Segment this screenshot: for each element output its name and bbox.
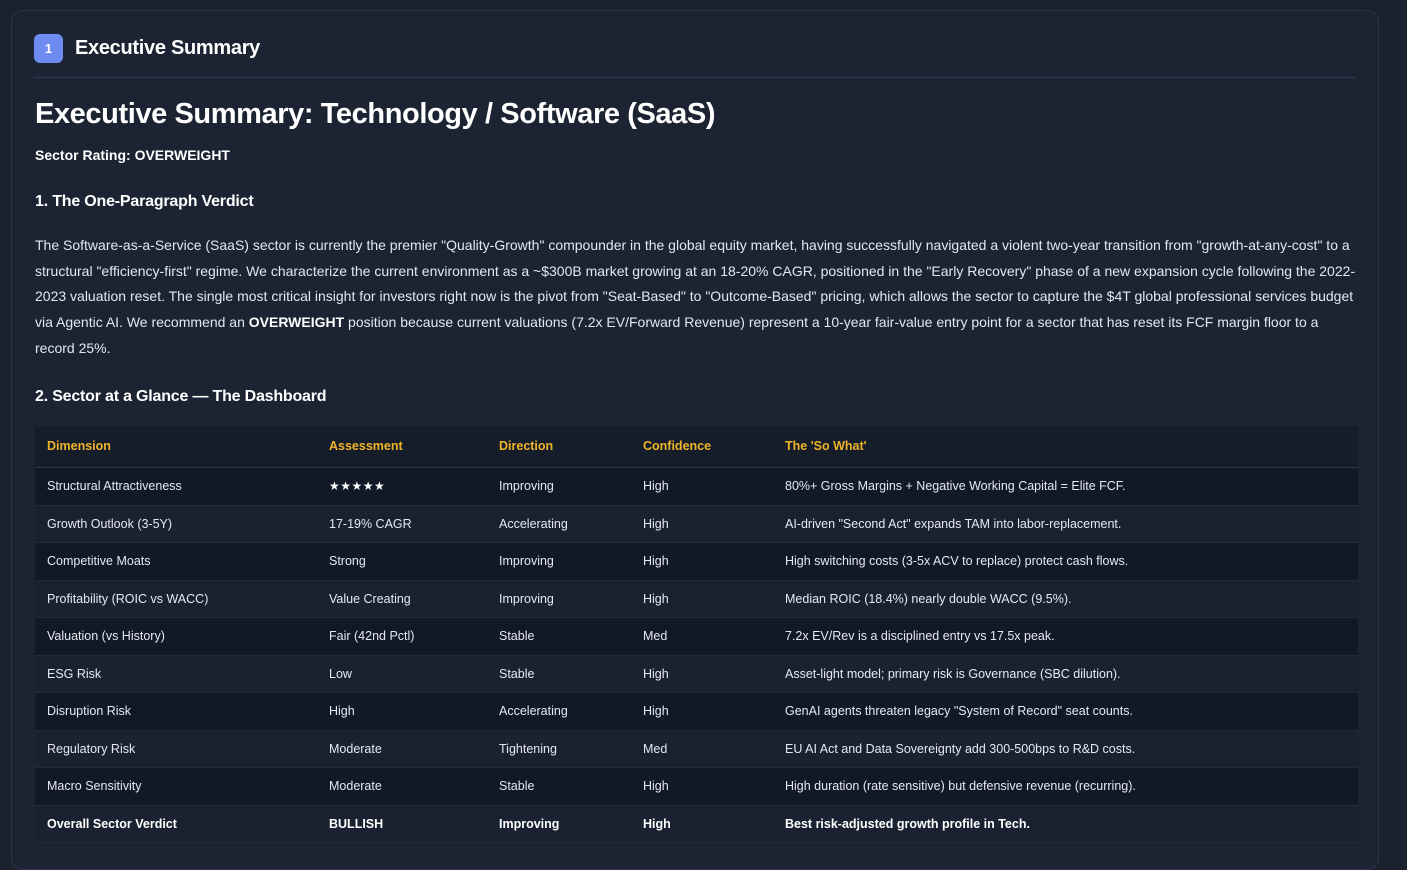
cell-so-what: GenAI agents threaten legacy "System of … (773, 692, 1358, 731)
cell-direction: Accelerating (487, 692, 631, 731)
cell-assessment: Fair (42nd Pctl) (317, 617, 487, 656)
cell-confidence: High (631, 767, 773, 806)
cell-dimension: Growth Outlook (3-5Y) (35, 505, 317, 544)
cell-confidence: High (631, 692, 773, 731)
cell-so-what: 80%+ Gross Margins + Negative Working Ca… (773, 467, 1358, 506)
cell-direction: Tightening (487, 730, 631, 769)
cell-dimension: Disruption Risk (35, 692, 317, 731)
cell-assessment: 17-19% CAGR (317, 505, 487, 544)
table-row: Competitive Moats Strong Improving High High… (35, 542, 1358, 581)
cell-dimension: Valuation (vs History) (35, 617, 317, 656)
cell-assessment: ★★★★★ (317, 467, 487, 506)
cell-direction: Improving (487, 467, 631, 506)
cell-assessment: Strong (317, 542, 487, 581)
cell-so-what: EU AI Act and Data Sovereignty add 300-5… (773, 730, 1358, 769)
header-so-what: The 'So What' (773, 425, 1358, 469)
cell-direction: Stable (487, 617, 631, 656)
cell-dimension: Competitive Moats (35, 542, 317, 581)
executive-summary-card: 1 Executive Summary Executive Summary: T… (11, 10, 1379, 870)
cell-so-what: Asset-light model; primary risk is Gover… (773, 655, 1358, 694)
cell-so-what: Best risk-adjusted growth profile in Tec… (773, 805, 1358, 844)
table-row: Regulatory Risk Moderate Tightening Med EU A… (35, 730, 1358, 769)
cell-direction: Improving (487, 580, 631, 619)
report-content: Executive Summary: Technology / Software… (35, 94, 1358, 844)
header-assessment: Assessment (317, 425, 487, 469)
cell-direction: Improving (487, 542, 631, 581)
verdict-text-emphasis: OVERWEIGHT (248, 314, 345, 331)
cell-assessment: Value Creating (317, 580, 487, 619)
cell-assessment: BULLISH (317, 805, 487, 844)
cell-direction: Stable (487, 655, 631, 694)
header-dimension: Dimension (35, 425, 317, 469)
table-row: Disruption Risk High Accelerating High GenAI… (35, 692, 1358, 731)
cell-direction: Improving (487, 805, 631, 844)
sector-rating: Sector Rating: OVERWEIGHT (35, 147, 230, 163)
cell-dimension: ESG Risk (35, 655, 317, 694)
table-header-row: Dimension Assessment Direction Confidenc… (35, 425, 1358, 469)
cell-so-what: 7.2x EV/Rev is a disciplined entry vs 17… (773, 617, 1358, 656)
cell-assessment: Moderate (317, 767, 487, 806)
header-confidence: Confidence (631, 425, 773, 469)
cell-so-what: Median ROIC (18.4%) nearly double WACC (… (773, 580, 1358, 619)
table-body: Structural Attractiveness ★★★★★ Improving H… (35, 467, 1358, 844)
verdict-paragraph: The Software-as-a-Service (SaaS) sector … (35, 233, 1358, 362)
card-header: 1 Executive Summary (34, 33, 1356, 78)
report-title: Executive Summary: Technology / Software… (35, 98, 716, 130)
cell-assessment: Low (317, 655, 487, 694)
cell-confidence: High (631, 505, 773, 544)
table-row: Growth Outlook (3-5Y) 17-19% CAGR Accelera… (35, 505, 1358, 544)
cell-confidence: High (631, 580, 773, 619)
card-title: Executive Summary (75, 37, 260, 59)
table-row: Structural Attractiveness ★★★★★ Improving H… (35, 467, 1358, 506)
cell-direction: Accelerating (487, 505, 631, 544)
cell-dimension: Structural Attractiveness (35, 467, 317, 506)
cell-confidence: High (631, 655, 773, 694)
cell-dimension: Macro Sensitivity (35, 767, 317, 806)
cell-dimension: Profitability (ROIC vs WACC) (35, 580, 317, 619)
header-direction: Direction (487, 425, 631, 469)
cell-confidence: High (631, 542, 773, 581)
cell-dimension: Overall Sector Verdict (35, 805, 317, 844)
cell-confidence: Med (631, 617, 773, 656)
section-dashboard-heading: 2. Sector at a Glance — The Dashboard (35, 387, 327, 405)
section-verdict-heading: 1. The One-Paragraph Verdict (35, 193, 254, 210)
table-row: Macro Sensitivity Moderate Stable High High … (35, 767, 1358, 806)
cell-dimension: Regulatory Risk (35, 730, 317, 769)
table-row: Valuation (vs History) Fair (42nd Pctl) St… (35, 617, 1358, 656)
cell-confidence: Med (631, 730, 773, 769)
cell-so-what: High duration (rate sensitive) but defen… (773, 767, 1358, 806)
section-number-badge: 1 (34, 34, 63, 63)
cell-so-what: AI-driven "Second Act" expands TAM into … (773, 505, 1358, 544)
cell-confidence: High (631, 467, 773, 506)
cell-confidence: High (631, 805, 773, 844)
cell-direction: Stable (487, 767, 631, 806)
cell-so-what: High switching costs (3-5x ACV to replac… (773, 542, 1358, 581)
table-row: ESG Risk Low Stable High Asset-light model; … (35, 655, 1358, 694)
cell-assessment: High (317, 692, 487, 731)
table-row: Overall Sector Verdict BULLISH Improving Hi… (35, 805, 1358, 844)
cell-assessment: Moderate (317, 730, 487, 769)
sector-dashboard-table: Dimension Assessment Direction Confidenc… (35, 425, 1358, 844)
table-row: Profitability (ROIC vs WACC) Value Creati… (35, 580, 1358, 619)
